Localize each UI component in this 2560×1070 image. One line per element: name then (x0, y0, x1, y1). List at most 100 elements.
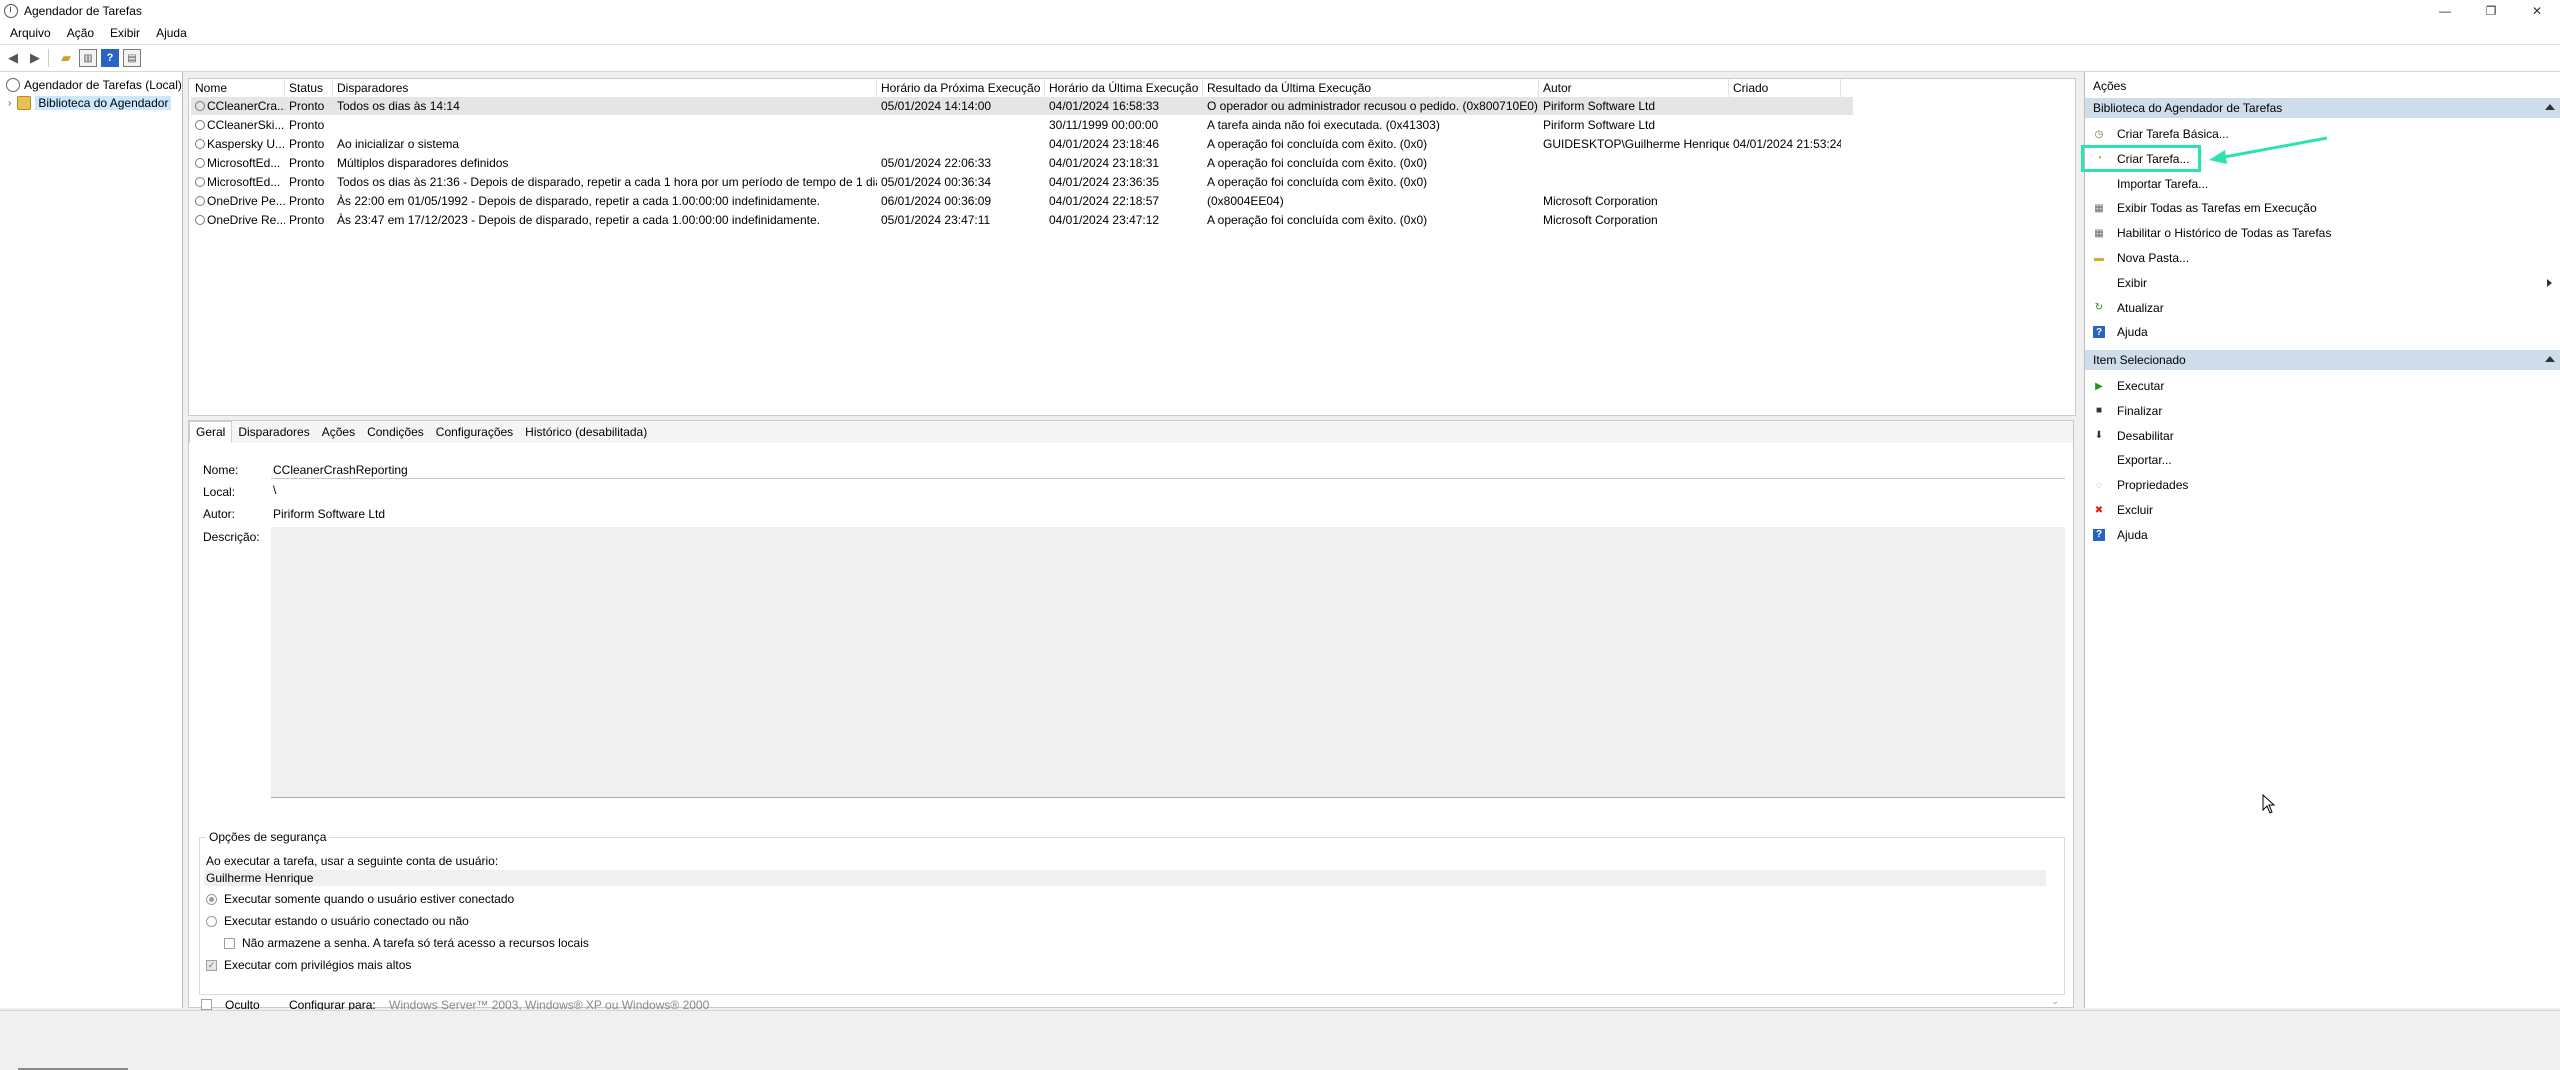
checkbox-no-password[interactable] (224, 938, 235, 949)
tab-disparadores[interactable]: Disparadores (232, 422, 315, 443)
maximize-button[interactable]: ❐ (2468, 0, 2514, 22)
table-row[interactable]: CCleanerCra... Pronto Todos os dias às 14:… (191, 97, 1853, 115)
table-cell: Pronto (285, 97, 333, 115)
action-label: Nova Pasta... (2117, 251, 2190, 265)
radio-run-logged-on-label: Executar somente quando o usuário estive… (224, 892, 515, 906)
tab-acoes[interactable]: Ações (316, 422, 361, 443)
minimize-button[interactable]: — (2422, 0, 2468, 22)
table-cell-text: A tarefa ainda não foi executada. (0x413… (1207, 118, 1440, 132)
help-icon: ? (2093, 528, 2105, 541)
action-label: Exibir (2117, 275, 2148, 290)
close-button[interactable]: ✕ (2514, 0, 2560, 22)
column-header-last-run[interactable]: Horário da Última Execução (1045, 79, 1203, 97)
table-cell-text: Piriform Software Ltd (1543, 118, 1656, 132)
table-cell: Microsoft Corporation (1539, 211, 1729, 229)
tab-historico[interactable]: Histórico (desabilitada) (519, 422, 653, 443)
task-list: Nome Status Disparadores Horário da Próx… (188, 78, 2076, 416)
table-row[interactable]: OneDrive Pe... Pronto Às 22:00 em 01/05/19… (191, 192, 1853, 210)
section-selected-item[interactable]: Item Selecionado (2085, 350, 2560, 370)
radio-run-whether-logged[interactable] (206, 916, 217, 927)
table-cell (1729, 211, 1841, 229)
table-row[interactable]: CCleanerSki... Pronto 30/11/1999 00:00:00 A… (191, 116, 1853, 134)
table-cell-text: Às 23:47 em 17/12/2023 - Depois de dispa… (337, 213, 820, 227)
action-import-task[interactable]: Importar Tarefa... (2093, 174, 2208, 194)
checkbox-highest-privileges[interactable]: ✓ (206, 960, 217, 971)
table-cell-text: 05/01/2024 23:47:11 (881, 213, 991, 227)
location-field: \ (273, 483, 277, 497)
column-header-status[interactable]: Status (285, 79, 333, 97)
action-new-folder[interactable]: ▬ Nova Pasta... (2093, 248, 2189, 268)
action-show-running-tasks[interactable]: ▦ Exibir Todas as Tarefas em Execução (2093, 198, 2316, 218)
tab-condicoes[interactable]: Condições (361, 422, 430, 443)
action-end[interactable]: ■ Finalizar (2093, 401, 2162, 421)
checkbox-no-password-label: Não armazene a senha. A tarefa só terá a… (242, 936, 589, 950)
table-cell-text: 04/01/2024 22:18:57 (1049, 194, 1160, 208)
forward-arrow-icon[interactable]: ▶ (26, 49, 44, 67)
table-row[interactable]: OneDrive Re... Pronto Às 23:47 em 17/12/20… (191, 211, 1853, 229)
column-header-created[interactable]: Criado (1729, 79, 1841, 97)
table-row[interactable]: Kaspersky U... Pronto Ao inicializar o sis… (191, 135, 1853, 153)
delete-icon: ✖ (2094, 504, 2104, 516)
column-header-next-run[interactable]: Horário da Próxima Execução (877, 79, 1045, 97)
folder-up-icon[interactable]: ▰ (57, 49, 75, 67)
chevron-right-icon[interactable]: › (8, 98, 11, 109)
action-properties[interactable]: ◌ Propriedades (2093, 475, 2188, 495)
table-cell: CCleanerSki... (191, 116, 285, 134)
collapse-caret-icon[interactable] (2545, 104, 2555, 110)
checkbox-hidden[interactable] (201, 999, 212, 1010)
column-header-name[interactable]: Nome (191, 79, 285, 97)
toolbar: ◀ ▶ ▰ ▥ ? ▤ (0, 45, 2560, 72)
tree-child[interactable]: › Biblioteca do Agendador (8, 94, 172, 112)
menu-arquivo[interactable]: Arquivo (10, 26, 51, 40)
console-tree: Agendador de Tarefas (Local) › Bibliotec… (0, 72, 183, 1070)
action-help[interactable]: ? Ajuda (2093, 525, 2148, 545)
help-icon[interactable]: ? (101, 49, 119, 67)
name-field[interactable]: CCleanerCrashReporting (273, 463, 408, 477)
table-cell: MicrosoftEd... (191, 154, 285, 172)
action-delete[interactable]: ✖ Excluir (2093, 500, 2153, 520)
show-hide-actions-icon[interactable]: ▤ (123, 49, 141, 67)
title-bar: Agendador de Tarefas — ❐ ✕ (0, 0, 2560, 22)
task-clock-icon (195, 101, 205, 111)
action-run[interactable]: ▶ Executar (2093, 376, 2164, 396)
table-cell: 04/01/2024 21:53:24 (1729, 135, 1841, 153)
column-header-author[interactable]: Autor (1539, 79, 1729, 97)
annotation-arrow-icon (2209, 136, 2328, 164)
table-cell-text: Às 22:00 em 01/05/1992 - Depois de dispa… (337, 194, 820, 208)
back-arrow-icon[interactable]: ◀ (4, 49, 22, 67)
action-disable[interactable]: ⬇ Desabilitar (2093, 426, 2174, 446)
chevron-down-icon[interactable]: ⌄ (2051, 996, 2059, 1007)
menu-acao[interactable]: Ação (67, 26, 94, 40)
highlight-box (2081, 145, 2201, 172)
table-cell (1729, 173, 1841, 191)
action-help[interactable]: ? Ajuda (2093, 322, 2148, 342)
action-label: Atualizar (2117, 300, 2164, 315)
table-row[interactable]: MicrosoftEd... Pronto Múltiplos disparador… (191, 154, 1853, 172)
table-cell: A operação foi concluída com êxito. (0x0… (1203, 135, 1539, 153)
action-view[interactable]: Exibir (2093, 273, 2552, 293)
action-enable-history[interactable]: ▦ Habilitar o Histórico de Todas as Taref… (2093, 223, 2331, 243)
radio-run-logged-on[interactable] (206, 894, 217, 905)
column-header-last-result[interactable]: Resultado da Última Execução (1203, 79, 1539, 97)
import-icon (2093, 178, 2105, 190)
table-cell-text: Pronto (289, 118, 325, 132)
collapse-caret-icon[interactable] (2545, 356, 2555, 362)
table-cell: Múltiplos disparadores definidos (333, 154, 877, 172)
action-export[interactable]: Exportar... (2093, 450, 2172, 470)
action-label: Importar Tarefa... (2117, 176, 2209, 191)
table-cell-text: 04/01/2024 23:18:31 (1049, 156, 1160, 170)
tab-geral[interactable]: Geral (189, 421, 233, 443)
menu-ajuda[interactable]: Ajuda (156, 26, 187, 40)
tree-child-label: Biblioteca do Agendador (35, 96, 172, 110)
section-selected-item-label: Item Selecionado (2093, 353, 2186, 367)
tab-configuracoes[interactable]: Configurações (430, 422, 519, 443)
show-hide-tree-icon[interactable]: ▥ (79, 49, 97, 67)
description-field[interactable] (271, 527, 2065, 798)
column-header-triggers[interactable]: Disparadores (333, 79, 877, 97)
table-cell-text: Múltiplos disparadores definidos (337, 156, 509, 170)
table-row[interactable]: MicrosoftEd... Pronto Todos os dias às 21:… (191, 173, 1853, 191)
action-refresh[interactable]: ↻ Atualizar (2093, 298, 2164, 318)
menu-exibir[interactable]: Exibir (110, 26, 140, 40)
section-task-library[interactable]: Biblioteca do Agendador de Tarefas (2085, 98, 2560, 118)
tree-root[interactable]: Agendador de Tarefas (Local) (6, 76, 182, 94)
